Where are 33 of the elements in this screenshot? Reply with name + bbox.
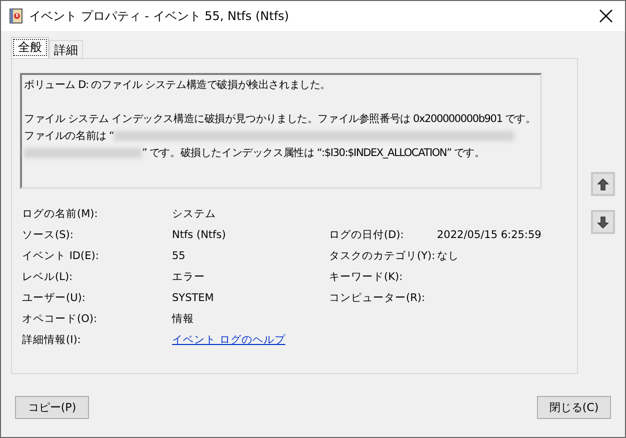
field-label: キーワード(K): [329,270,404,284]
event-log-icon [9,8,23,24]
tab[interactable]: 全般 [11,37,49,58]
field-value: 情報 [172,312,195,326]
up-arrow-icon [597,178,609,190]
field-label: 詳細情報(I): [22,332,82,346]
field-label: イベント ID(E): [22,248,100,262]
field-label: ログの日付(D): [329,228,405,242]
field-label: ユーザー(U): [22,290,86,304]
field-label: タスクのカテゴリ(Y): [329,248,436,262]
close-icon[interactable] [599,9,613,23]
window-title: イベント プロパティ - イベント 55, Ntfs (Ntfs) [29,8,290,24]
down-arrow-icon [597,216,609,228]
field-value: Ntfs (Ntfs) [172,228,227,240]
field-value: 55 [172,250,186,262]
up-arrow-button[interactable] [591,172,615,196]
copy-button[interactable]: コピー(P) [15,396,89,419]
field-label: レベル(L): [22,270,74,284]
down-arrow-button[interactable] [591,210,615,234]
help-link[interactable]: イベント ログのヘルプ [172,332,329,346]
field-value: なし [437,248,460,262]
field-label: コンピューター(R): [329,290,426,304]
message-text: ボリューム D: のファイル システム構造で破損が検出されました。 [24,78,332,93]
close-button[interactable]: 閉じる(C) [537,396,611,419]
field-value: 2022/05/15 6:25:59 [437,228,542,240]
field-label: ソース(S): [22,228,74,242]
field-value: システム [172,206,217,220]
tab[interactable]: 詳細 [49,40,83,58]
field-value: SYSTEM [172,292,215,304]
field-label: ログの名前(M): [22,206,99,220]
message-text: ファイル システム インデックス構造に破損が見つかりました。ファイル参照番号は 0x200000000b901 です。ファイルの名前は “ ” です。破損したインデックス属性は “:$I30:$INDEX_ALLOCATION” です。 [24,112,537,161]
field-label: オペコード(O): [22,312,98,326]
field-value: エラー [172,270,206,284]
